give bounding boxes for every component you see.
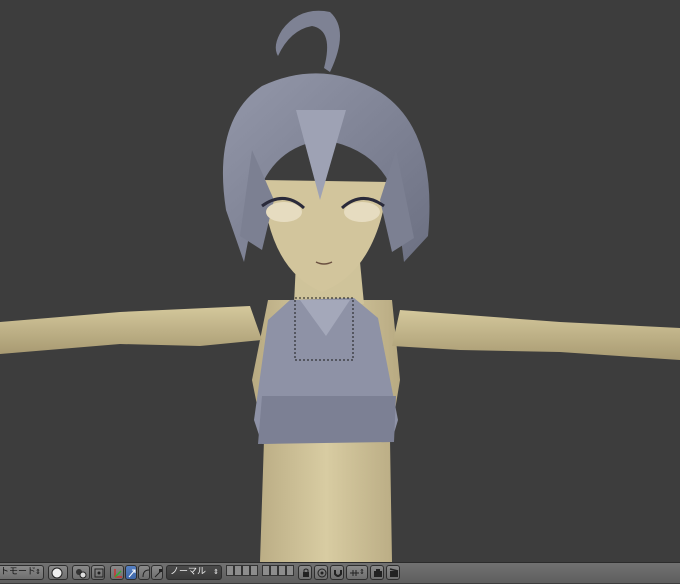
translate-arrow-icon	[128, 567, 137, 584]
mode-selector[interactable]: トモード ⇕	[0, 565, 44, 580]
chevron-updown-icon: ⇕	[359, 568, 365, 576]
layer-button-6[interactable]	[270, 565, 278, 576]
layer-button-8[interactable]	[286, 565, 294, 576]
lock-icon	[301, 567, 311, 584]
layer-button-4[interactable]	[250, 565, 258, 576]
proportional-edit-icon	[317, 567, 327, 584]
lock-layers-button[interactable]	[298, 565, 312, 580]
scale-icon	[154, 567, 163, 584]
right-arm	[392, 310, 680, 360]
layer-button-5[interactable]	[262, 565, 270, 576]
chevron-updown-icon: ⇕	[213, 568, 219, 576]
face	[262, 180, 388, 292]
snap-center-button[interactable]	[91, 565, 105, 580]
rotate-icon	[141, 567, 150, 584]
magnet-icon	[333, 567, 343, 584]
rotate-manipulator[interactable]	[138, 565, 150, 580]
3d-viewport[interactable]	[0, 0, 680, 562]
manipulator-toggle[interactable]	[110, 565, 124, 580]
pivot-point-button[interactable]	[72, 565, 90, 580]
transform-orientation-select[interactable]: ノーマル ⇕	[166, 565, 222, 580]
render-animation-button[interactable]	[386, 565, 400, 580]
left-arm	[0, 306, 262, 354]
character-model	[0, 10, 680, 562]
viewport-shading-button[interactable]	[48, 565, 68, 580]
chevron-updown-icon: ⇕	[35, 568, 41, 576]
axis-icon	[113, 567, 123, 584]
viewport-shading-icon	[51, 567, 63, 584]
layer-button-3[interactable]	[242, 565, 250, 576]
layer-button-7[interactable]	[278, 565, 286, 576]
snap-icon	[94, 567, 104, 584]
camera-icon	[373, 567, 383, 584]
translate-manipulator[interactable]	[125, 565, 137, 580]
pivot-icon	[75, 567, 87, 584]
layer-button-1[interactable]	[226, 565, 234, 576]
snap-element-select[interactable]: ⇕	[346, 565, 368, 580]
layer-button-2[interactable]	[234, 565, 242, 576]
hair-ahoge	[275, 10, 340, 73]
clapper-icon	[389, 567, 399, 584]
snap-toggle-button[interactable]	[330, 565, 344, 580]
proportional-edit-button[interactable]	[314, 565, 328, 580]
viewport-header: トモード ⇕ ノーマル ⇕ ⇕	[0, 562, 680, 583]
scale-manipulator[interactable]	[151, 565, 163, 580]
render-preview-button[interactable]	[370, 565, 384, 580]
